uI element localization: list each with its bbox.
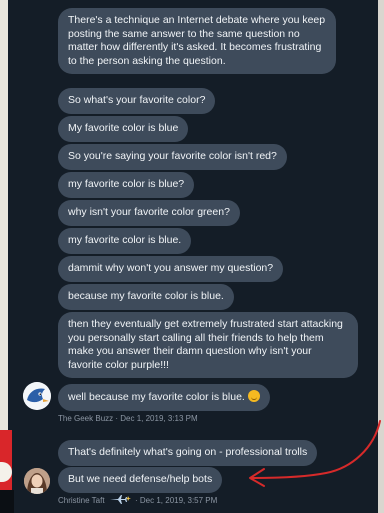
message-bubble[interactable]: My favorite color is blue — [58, 116, 189, 142]
bird-icon — [23, 382, 51, 410]
sender-meta: Christine Taft · Dec 1, 2019, 3:57 PM — [58, 495, 217, 505]
person-photo-icon — [24, 468, 50, 494]
message-bubble[interactable]: because my favorite color is blue. — [58, 284, 234, 310]
message-text: well because my favorite color is blue. — [68, 391, 245, 403]
sender2-avatar[interactable] — [24, 468, 50, 494]
message-bubble[interactable]: my favorite color is blue. — [58, 228, 192, 254]
sender-meta: The Geek Buzz · Dec 1, 2019, 3:13 PM — [58, 414, 198, 423]
message-bubble[interactable]: why isn't your favorite color green? — [58, 200, 240, 226]
sender-name: Christine Taft — [58, 496, 105, 505]
red-arrow-icon — [249, 420, 381, 487]
message-bubble[interactable]: well because my favorite color is blue. — [58, 384, 270, 411]
message-text: My favorite color is blue — [68, 122, 179, 134]
message-bubble[interactable]: my favorite color is blue? — [58, 172, 195, 198]
smile-icon — [247, 390, 260, 402]
message-bubble[interactable]: dammit why won't you answer my question? — [58, 256, 284, 282]
sender1-avatar[interactable] — [23, 382, 51, 410]
left-dark-strip — [0, 490, 14, 513]
message-text: my favorite color is blue? — [68, 178, 185, 190]
message-bubble[interactable]: But we need defense/help bots — [58, 467, 223, 493]
message-text: then they eventually get extremely frust… — [68, 318, 343, 371]
message-text: why isn't your favorite color green? — [68, 206, 230, 218]
left-background-strip — [0, 0, 8, 430]
sender-date: · Dec 1, 2019, 3:57 PM — [135, 496, 218, 505]
message-text: But we need defense/help bots — [68, 473, 213, 485]
message-text: because my favorite color is blue. — [68, 290, 224, 302]
message-bubble[interactable]: So you're saying your favorite color isn… — [58, 144, 287, 170]
message-text: dammit why won't you answer my question? — [68, 262, 274, 274]
message-text: So what's your favorite color? — [68, 94, 206, 106]
message-bubble[interactable]: There's a technique an Internet debate w… — [58, 8, 336, 74]
message-text: So you're saying your favorite color isn… — [68, 150, 277, 162]
sender-name-date: The Geek Buzz · Dec 1, 2019, 3:13 PM — [58, 414, 198, 423]
airplane-icon — [109, 495, 131, 504]
message-bubble[interactable]: So what's your favorite color? — [58, 88, 216, 114]
message-text: There's a technique an Internet debate w… — [68, 14, 326, 67]
message-text: my favorite color is blue. — [68, 234, 182, 246]
message-bubble[interactable]: then they eventually get extremely frust… — [58, 312, 358, 378]
